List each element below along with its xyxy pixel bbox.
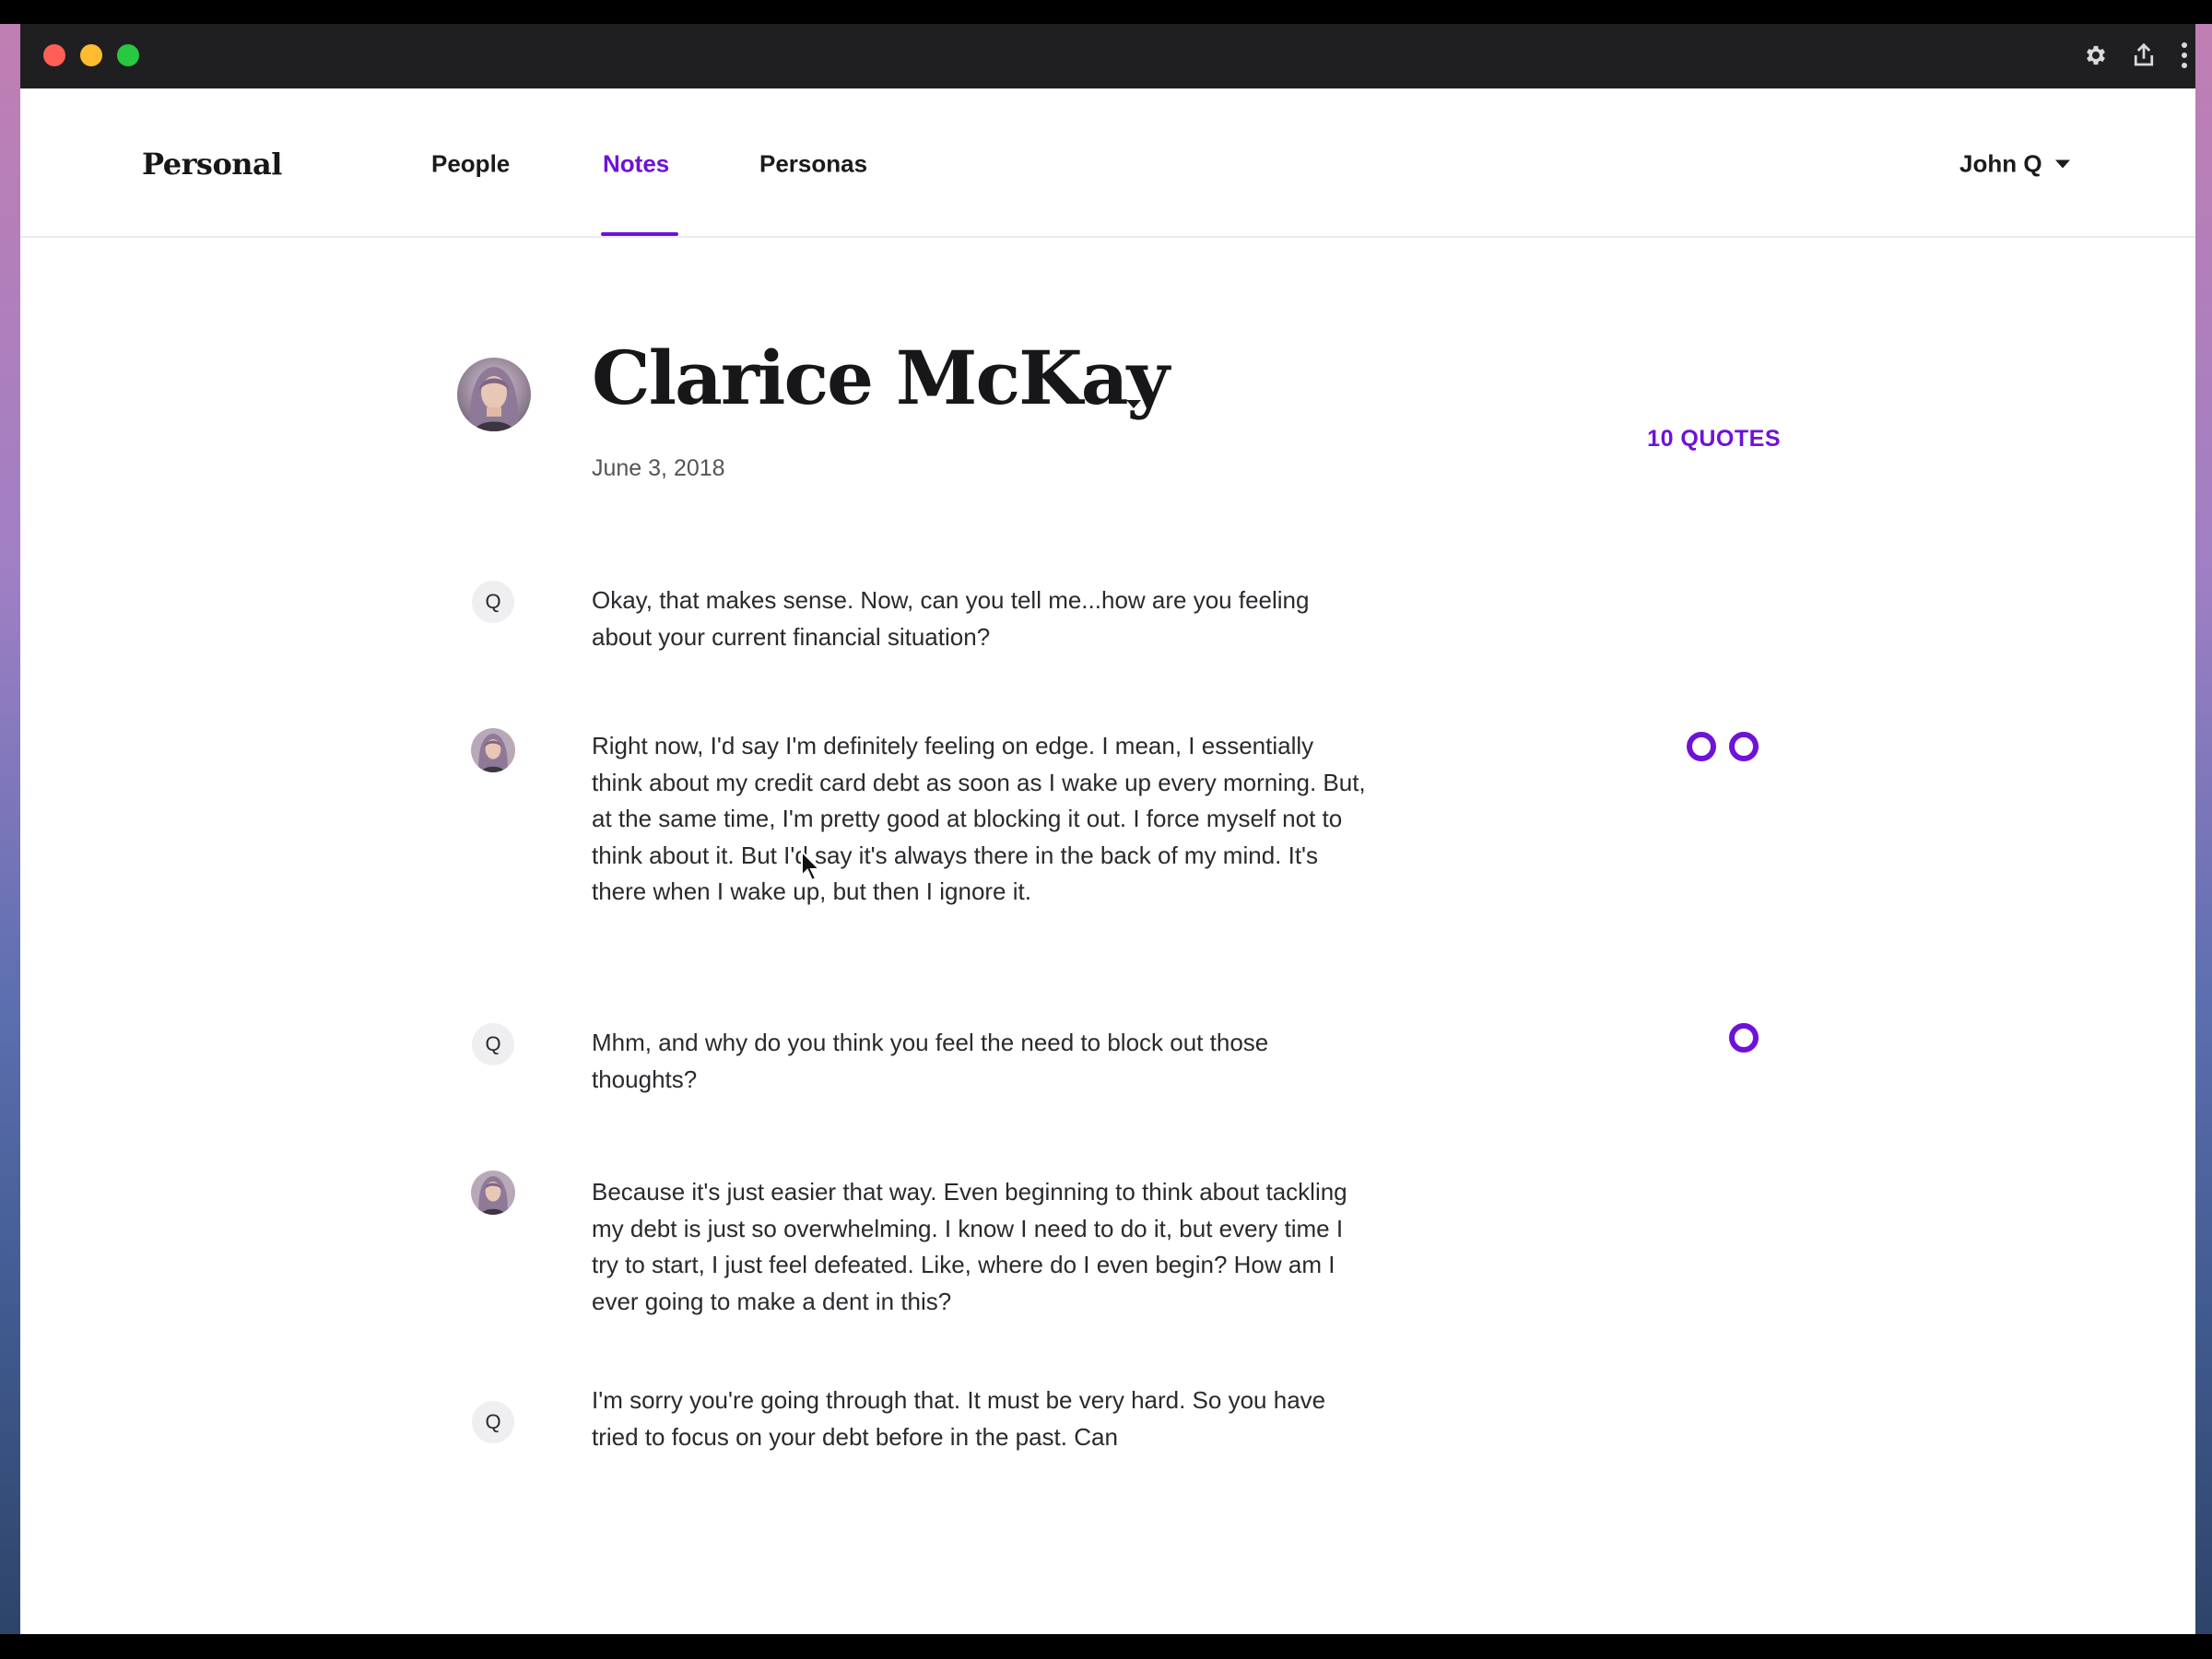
top-navigation: Personal People Notes Personas John Q <box>20 88 2195 238</box>
brand-logo[interactable]: Personal <box>142 147 282 182</box>
maximize-window-button[interactable] <box>117 44 139 66</box>
transcript-message: Right now, I'd say I'm definitely feelin… <box>592 732 1366 905</box>
interviewer-label: Q <box>485 1410 501 1433</box>
window-titlebar <box>20 24 2195 88</box>
nav-link-people[interactable]: People <box>431 150 510 179</box>
chevron-down-icon[interactable] <box>1126 400 1141 408</box>
interviewer-label: Q <box>485 590 501 613</box>
screen-bezel-bottom <box>0 1634 2212 1659</box>
person-name: Clarice McKay <box>592 335 1170 421</box>
interviewer-badge: Q <box>472 1023 514 1065</box>
quote-marker-icon[interactable] <box>1729 732 1759 761</box>
mouse-cursor-icon <box>801 850 822 882</box>
interviewer-badge: Q <box>472 1401 514 1443</box>
more-vertical-icon[interactable] <box>2173 37 2195 74</box>
gear-icon[interactable] <box>2077 37 2114 74</box>
interview-date: June 3, 2018 <box>592 455 725 481</box>
nav-link-personas[interactable]: Personas <box>759 150 867 179</box>
quote-marker-icon[interactable] <box>1729 1023 1759 1053</box>
quotes-count-link[interactable]: 10 QUOTES <box>1624 426 1781 453</box>
avatar <box>457 358 531 431</box>
nav-link-notes[interactable]: Notes <box>603 150 669 179</box>
quote-marker-icon[interactable] <box>1687 732 1716 761</box>
screen-bezel-top <box>0 0 2212 24</box>
minimize-window-button[interactable] <box>80 44 102 66</box>
transcript-message: Because it's just easier that way. Even … <box>592 1178 1347 1315</box>
transcript-message: Okay, that makes sense. Now, can you tel… <box>592 586 1310 651</box>
interviewer-label: Q <box>485 1032 501 1055</box>
user-menu[interactable]: John Q <box>1959 150 2070 179</box>
avatar <box>471 1171 515 1215</box>
interviewer-badge: Q <box>472 581 514 623</box>
chevron-down-icon <box>2054 159 2070 169</box>
close-window-button[interactable] <box>43 44 65 66</box>
avatar <box>471 728 515 772</box>
user-name: John Q <box>1959 149 2042 178</box>
transcript-message: I'm sorry you're going through that. It … <box>592 1386 1326 1451</box>
share-icon[interactable] <box>2125 37 2162 74</box>
browser-window: Personal People Notes Personas John Q Cl… <box>20 24 2195 1634</box>
transcript-message: Mhm, and why do you think you feel the n… <box>592 1029 1269 1093</box>
active-tab-indicator <box>601 232 678 236</box>
